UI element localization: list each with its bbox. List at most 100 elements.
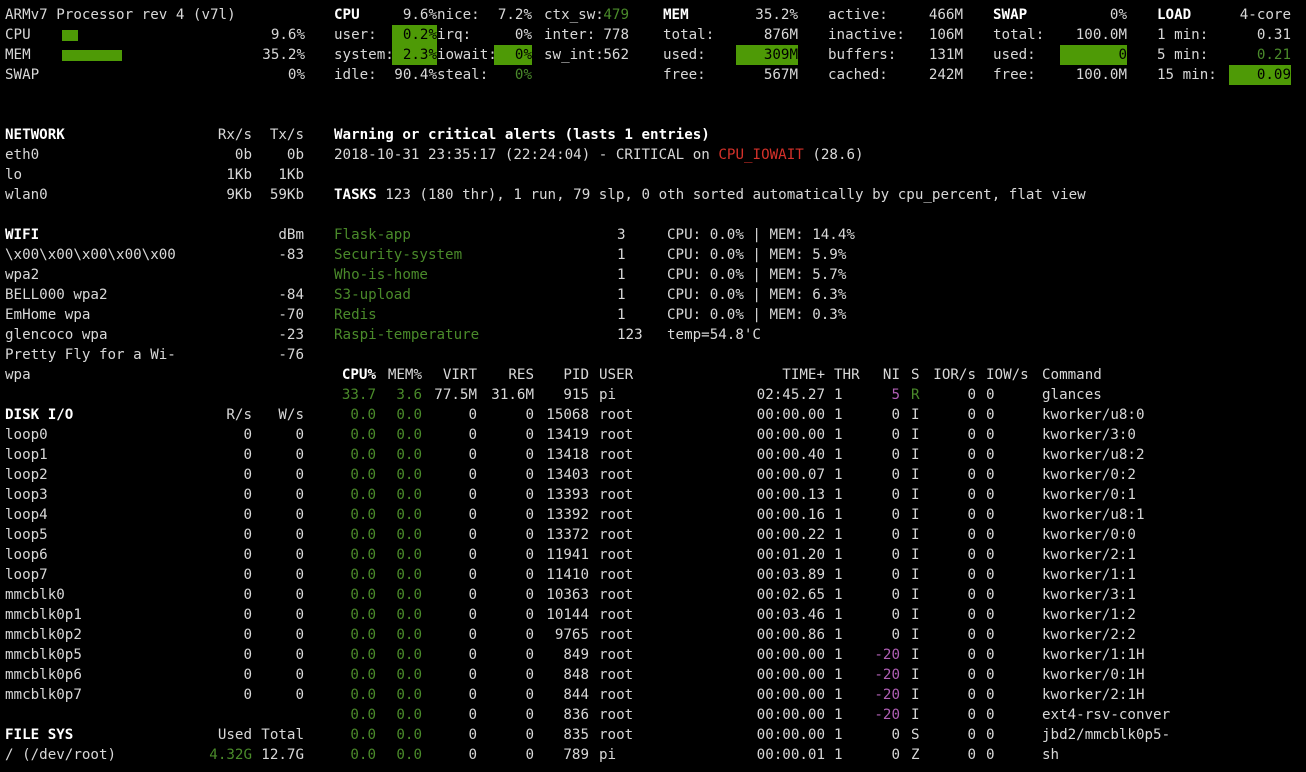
- disk-write: 0: [295, 667, 304, 683]
- swap-stat-value: 0: [1060, 45, 1127, 65]
- process-res: 0: [525, 567, 534, 583]
- process-iow: 0: [986, 607, 995, 623]
- column-header-ni[interactable]: NI: [870, 365, 900, 385]
- process-s: Z: [911, 747, 920, 763]
- process-iow: 0: [986, 627, 995, 643]
- process-ior: 0: [967, 547, 976, 563]
- process-ni: 0: [891, 567, 900, 583]
- column-header-cpu[interactable]: CPU%: [326, 365, 376, 385]
- disk-write: 0: [295, 487, 304, 503]
- process-pid: 13392: [546, 507, 589, 523]
- column-header-ior[interactable]: IOR/s: [926, 365, 976, 385]
- process-thr: 1: [834, 627, 843, 643]
- disk-name: loop1: [5, 447, 48, 463]
- process-ni: 0: [891, 607, 900, 623]
- process-s: I: [911, 567, 920, 583]
- mem-stat-label: active:: [828, 7, 888, 23]
- tasks-text: 123 (180 thr), 1 run, 79 slp, 0 oth sort…: [376, 187, 1086, 203]
- process-thr: 1: [834, 407, 843, 423]
- process-mem: 0.0: [396, 487, 422, 503]
- process-cpu: 0.0: [350, 547, 376, 563]
- wifi-network: Pretty Fly for a Wi-: [5, 347, 176, 363]
- cpu-stat-value: 0.2%: [392, 25, 437, 45]
- process-pid: 13419: [546, 427, 589, 443]
- process-virt: 0: [468, 447, 477, 463]
- process-user: root: [599, 547, 634, 563]
- process-s: I: [911, 587, 920, 603]
- process-virt: 0: [468, 727, 477, 743]
- process-cpu: 0.0: [350, 467, 376, 483]
- process-virt: 0: [468, 707, 477, 723]
- process-time: 00:00.00: [756, 647, 825, 663]
- quicklook-value: 0%: [287, 67, 305, 83]
- disk-name: loop3: [5, 487, 48, 503]
- process-time: 00:00.22: [756, 527, 825, 543]
- column-header-iow[interactable]: IOW/s: [986, 365, 1029, 385]
- process-thr: 1: [834, 687, 843, 703]
- process-thr: 1: [834, 647, 843, 663]
- column-header-mem[interactable]: MEM%: [377, 365, 422, 385]
- quicklook-label: CPU: [5, 27, 31, 43]
- process-time: 00:02.65: [756, 587, 825, 603]
- process-iow: 0: [986, 707, 995, 723]
- disk-write: 0: [295, 427, 304, 443]
- process-user: root: [599, 687, 634, 703]
- diskio-r-header: R/s: [226, 407, 252, 423]
- column-header-s[interactable]: S: [911, 365, 920, 385]
- disk-name: loop7: [5, 567, 48, 583]
- process-res: 0: [525, 707, 534, 723]
- process-res: 0: [525, 427, 534, 443]
- process-s: I: [911, 487, 920, 503]
- mem-stat-value: 242M: [928, 67, 963, 83]
- network-rx: 0b: [234, 147, 252, 163]
- process-ior: 0: [967, 447, 976, 463]
- process-cmd: ext4-rsv-conver: [1042, 707, 1171, 723]
- column-header-pid[interactable]: PID: [539, 365, 589, 385]
- process-time: 02:45.27: [756, 387, 825, 403]
- disk-read: 0: [243, 547, 252, 563]
- process-mem: 3.6: [396, 387, 422, 403]
- process-cpu: 0.0: [350, 427, 376, 443]
- process-time: 00:03.89: [756, 567, 825, 583]
- process-user: root: [599, 427, 634, 443]
- process-ior: 0: [967, 427, 976, 443]
- process-iow: 0: [986, 467, 995, 483]
- process-s: I: [911, 687, 920, 703]
- process-s: I: [911, 407, 920, 423]
- process-pid: 849: [563, 647, 589, 663]
- process-ior: 0: [967, 407, 976, 423]
- process-mem: 0.0: [396, 727, 422, 743]
- process-cpu: 0.0: [350, 487, 376, 503]
- column-header-virt[interactable]: VIRT: [427, 365, 477, 385]
- process-thr: 1: [834, 707, 843, 723]
- process-thr: 1: [834, 587, 843, 603]
- process-pid: 13403: [546, 467, 589, 483]
- mem-stat-value: 876M: [763, 27, 798, 43]
- process-ior: 0: [967, 487, 976, 503]
- process-cpu: 0.0: [350, 647, 376, 663]
- process-ni: -20: [874, 707, 900, 723]
- tasks-label: TASKS: [334, 187, 377, 203]
- process-cmd: kworker/2:2: [1042, 627, 1136, 643]
- disk-write: 0: [295, 547, 304, 563]
- swap-stat-value: 100.0M: [1075, 67, 1127, 83]
- alerts-title: Warning or critical alerts (lasts 1 entr…: [334, 127, 710, 143]
- column-header-thr[interactable]: THR: [834, 365, 860, 385]
- wifi-unit: dBm: [278, 227, 304, 243]
- column-header-time[interactable]: TIME+: [755, 365, 825, 385]
- process-iow: 0: [986, 687, 995, 703]
- process-iow: 0: [986, 387, 995, 403]
- process-user: root: [599, 467, 634, 483]
- process-time: 00:00.00: [756, 687, 825, 703]
- column-header-user[interactable]: USER: [599, 365, 633, 385]
- process-pid: 9765: [554, 627, 589, 643]
- disk-write: 0: [295, 607, 304, 623]
- process-thr: 1: [834, 467, 843, 483]
- swap-percent: 0%: [1109, 7, 1127, 23]
- filesys-used-header: Used: [217, 727, 252, 743]
- process-virt: 0: [468, 607, 477, 623]
- column-header-cmd[interactable]: Command: [1042, 365, 1102, 385]
- column-header-res[interactable]: RES: [484, 365, 534, 385]
- network-tx: 59Kb: [269, 187, 304, 203]
- process-virt: 0: [468, 427, 477, 443]
